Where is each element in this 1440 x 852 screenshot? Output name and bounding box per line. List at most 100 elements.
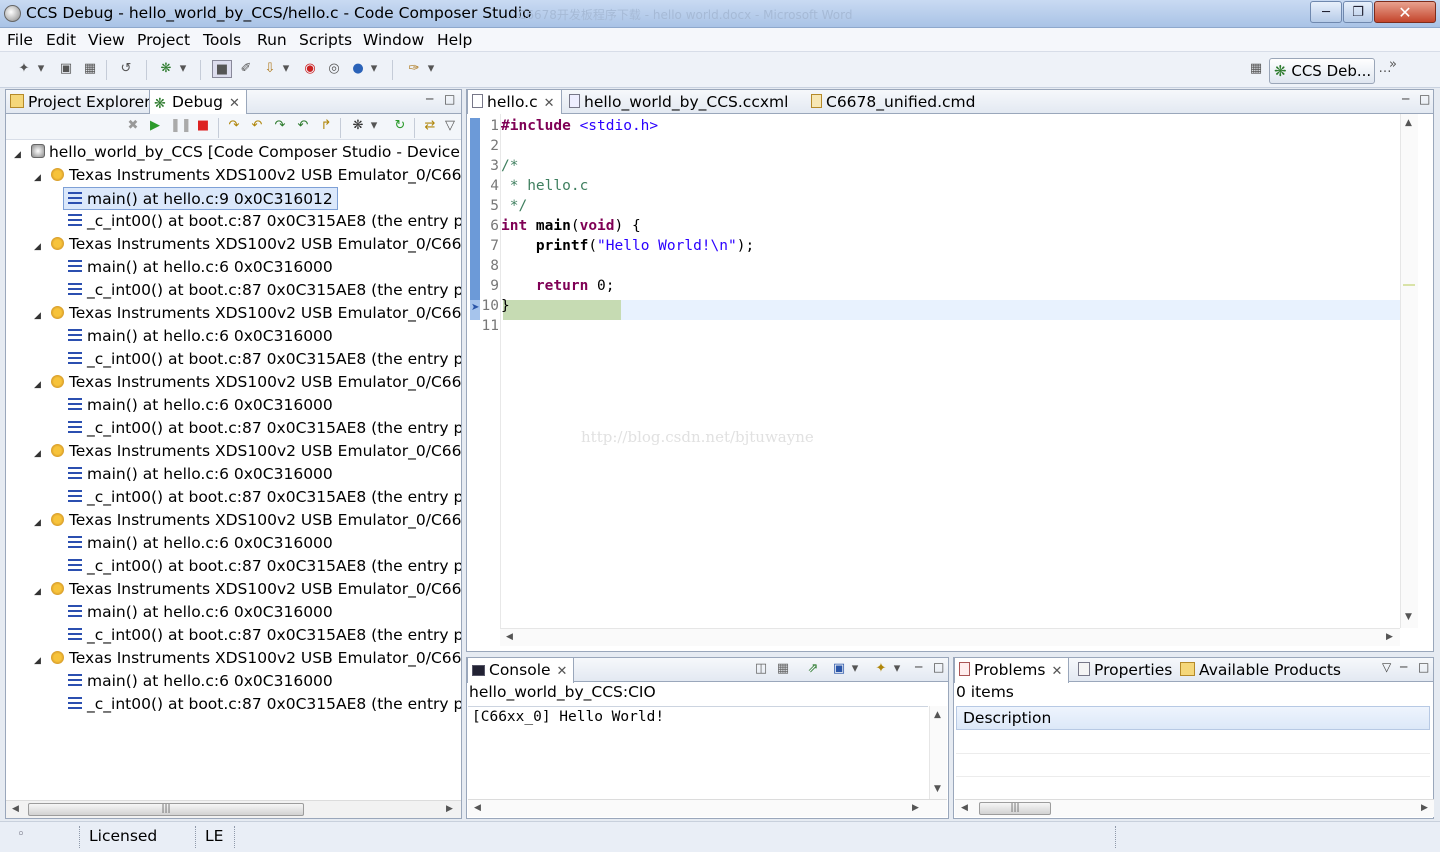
- stack-frame-row[interactable]: main() at hello.c:6 0x0C316000: [64, 532, 337, 555]
- skip-breakpoints-icon[interactable]: ◎: [324, 60, 344, 78]
- menu-help[interactable]: Help: [437, 31, 472, 49]
- minimize-icon[interactable]: ─: [915, 660, 922, 674]
- reset-dropdown-icon[interactable]: ▾: [368, 117, 380, 135]
- open-console-dropdown-icon[interactable]: ▾: [891, 660, 903, 678]
- pin-icon[interactable]: ✐: [236, 60, 256, 78]
- problems-hscrollbar[interactable]: ◀ ||| ▶: [955, 799, 1434, 817]
- scroll-right-icon[interactable]: ▶: [1386, 632, 1393, 642]
- menu-edit[interactable]: Edit: [46, 31, 76, 49]
- stack-frame-row[interactable]: main() at hello.c:6 0x0C316000: [64, 325, 337, 348]
- console-output[interactable]: [C66xx_0] Hello World!: [468, 706, 928, 799]
- minimize-icon[interactable]: ─: [426, 92, 433, 106]
- step-over-icon[interactable]: ↶: [247, 117, 267, 135]
- expand-icon[interactable]: ◢: [34, 305, 46, 327]
- menu-tools[interactable]: Tools: [203, 31, 241, 49]
- stack-frame-row[interactable]: _c_int00() at boot.c:87 0x0C315AE8 (the …: [64, 279, 461, 302]
- tab-debug[interactable]: ❋ Debug ✕: [149, 90, 247, 115]
- resume-icon[interactable]: ▶: [145, 117, 165, 135]
- expand-icon[interactable]: ◢: [34, 650, 46, 672]
- stack-frame-row[interactable]: _c_int00() at boot.c:87 0x0C315AE8 (the …: [64, 486, 461, 509]
- breakpoint-icon[interactable]: ◉: [300, 60, 320, 78]
- more-perspectives-icon[interactable]: »: [1386, 56, 1400, 74]
- debug-target-row[interactable]: ◢ Texas Instruments XDS100v2 USB Emulato…: [34, 233, 461, 256]
- open-console-icon[interactable]: ✦: [871, 660, 891, 678]
- overview-ruler-mark[interactable]: [1403, 284, 1415, 286]
- perspective-ccs-debug[interactable]: ❋ CCS Deb...: [1269, 58, 1375, 84]
- display-console-icon[interactable]: ▣: [829, 660, 849, 678]
- stack-frame-row[interactable]: _c_int00() at boot.c:87 0x0C315AE8 (the …: [64, 555, 461, 578]
- scroll-up-icon[interactable]: ▲: [1405, 118, 1412, 128]
- tab-problems[interactable]: Problems ✕: [954, 658, 1070, 683]
- scroll-left-icon[interactable]: ◀: [961, 803, 968, 813]
- expand-icon[interactable]: ◢: [14, 144, 26, 166]
- menu-scripts[interactable]: Scripts: [299, 31, 352, 49]
- maximize-icon[interactable]: □: [1418, 660, 1429, 674]
- debug-target-row[interactable]: ◢ Texas Instruments XDS100v2 USB Emulato…: [34, 647, 461, 670]
- debug-target-row[interactable]: ◢ Texas Instruments XDS100v2 USB Emulato…: [34, 578, 461, 601]
- stack-frame-row[interactable]: main() at hello.c:6 0x0C316000: [64, 463, 337, 486]
- debug-target-row[interactable]: ◢ Texas Instruments XDS100v2 USB Emulato…: [34, 371, 461, 394]
- open-perspective-icon[interactable]: ▦: [1246, 60, 1266, 78]
- tab-console[interactable]: Console ✕: [467, 658, 575, 683]
- expand-icon[interactable]: ◢: [34, 374, 46, 396]
- stack-frame-row[interactable]: main() at hello.c:9 0x0C316012: [63, 187, 338, 210]
- maximize-icon[interactable]: □: [933, 660, 944, 674]
- view-menu-icon[interactable]: ▽: [444, 117, 456, 135]
- tab-cmd[interactable]: C6678_unified.cmd: [807, 90, 982, 114]
- save-all-icon[interactable]: ▦: [80, 60, 100, 78]
- console-hscrollbar[interactable]: ◀ ▶: [468, 799, 947, 817]
- stack-frame-row[interactable]: main() at hello.c:6 0x0C316000: [64, 256, 337, 279]
- open-icon[interactable]: ↺: [116, 60, 136, 78]
- pin-console-icon[interactable]: ⇗: [803, 660, 823, 678]
- editor-vscrollbar[interactable]: ▲ ▼: [1400, 114, 1418, 628]
- minimize-button[interactable]: ─: [1310, 1, 1342, 23]
- scroll-right-icon[interactable]: ▶: [1421, 803, 1428, 813]
- step-return-icon[interactable]: ↷: [270, 117, 290, 135]
- scroll-right-icon[interactable]: ▶: [912, 803, 919, 813]
- scroll-thumb[interactable]: |||: [28, 803, 304, 816]
- close-button[interactable]: ✕: [1374, 1, 1436, 23]
- close-icon[interactable]: ✕: [544, 96, 555, 111]
- stack-frame-row[interactable]: _c_int00() at boot.c:87 0x0C315AE8 (the …: [64, 348, 461, 371]
- menu-file[interactable]: File: [7, 31, 33, 49]
- expand-icon[interactable]: ◢: [34, 581, 46, 603]
- menu-project[interactable]: Project: [137, 31, 190, 49]
- remove-launch-icon[interactable]: ✖: [123, 117, 143, 135]
- debug-icon[interactable]: ❋: [156, 60, 176, 78]
- code-editor[interactable]: ➤ 1 #include <stdio.h> 2 3/* 4 * hello.c …: [467, 114, 1433, 651]
- scroll-down-icon[interactable]: ▼: [1405, 612, 1412, 622]
- debug-target-row[interactable]: ◢ Texas Instruments XDS100v2 USB Emulato…: [34, 164, 461, 187]
- scroll-down-icon[interactable]: ▼: [934, 784, 941, 794]
- view-menu-icon[interactable]: ▽: [1382, 660, 1391, 674]
- external-tools-dropdown-icon[interactable]: ▾: [368, 60, 380, 78]
- editor-hscrollbar[interactable]: ◀ ▶: [500, 628, 1400, 646]
- scroll-thumb[interactable]: |||: [979, 802, 1051, 815]
- scroll-left-icon[interactable]: ◀: [506, 632, 513, 642]
- stack-frame-row[interactable]: _c_int00() at boot.c:87 0x0C315AE8 (the …: [64, 624, 461, 647]
- expand-icon[interactable]: ◢: [34, 443, 46, 465]
- scroll-left-icon[interactable]: ◀: [474, 803, 481, 813]
- minimize-icon[interactable]: ─: [1400, 660, 1407, 674]
- connect-target-icon[interactable]: ■: [212, 60, 232, 78]
- debug-target-row[interactable]: ◢ Texas Instruments XDS100v2 USB Emulato…: [34, 509, 461, 532]
- menu-window[interactable]: Window: [363, 31, 424, 49]
- close-icon[interactable]: ✕: [229, 96, 240, 111]
- suspend-icon[interactable]: ❚❚: [170, 117, 192, 135]
- scroll-lock-icon[interactable]: ▦: [773, 660, 793, 678]
- scroll-left-icon[interactable]: ◀: [12, 804, 19, 814]
- tab-hello-c[interactable]: hello.c ✕: [467, 90, 562, 115]
- search-dropdown-icon[interactable]: ▾: [425, 60, 437, 78]
- search-icon[interactable]: ✑: [404, 60, 424, 78]
- display-console-dropdown-icon[interactable]: ▾: [849, 660, 861, 678]
- column-header-description[interactable]: Description: [956, 706, 1430, 730]
- stack-frame-row[interactable]: main() at hello.c:6 0x0C316000: [64, 670, 337, 693]
- reset-cpu-icon[interactable]: ❋: [348, 117, 368, 135]
- maximize-icon[interactable]: □: [1419, 92, 1430, 106]
- debug-target-row[interactable]: ◢ Texas Instruments XDS100v2 USB Emulato…: [34, 440, 461, 463]
- expand-icon[interactable]: ◢: [34, 167, 46, 189]
- console-vscrollbar[interactable]: ▲ ▼: [929, 706, 947, 799]
- stack-frame-row[interactable]: main() at hello.c:6 0x0C316000: [64, 394, 337, 417]
- tab-properties[interactable]: Properties: [1074, 658, 1178, 682]
- load-dropdown-icon[interactable]: ▾: [280, 60, 292, 78]
- expand-icon[interactable]: ◢: [34, 236, 46, 258]
